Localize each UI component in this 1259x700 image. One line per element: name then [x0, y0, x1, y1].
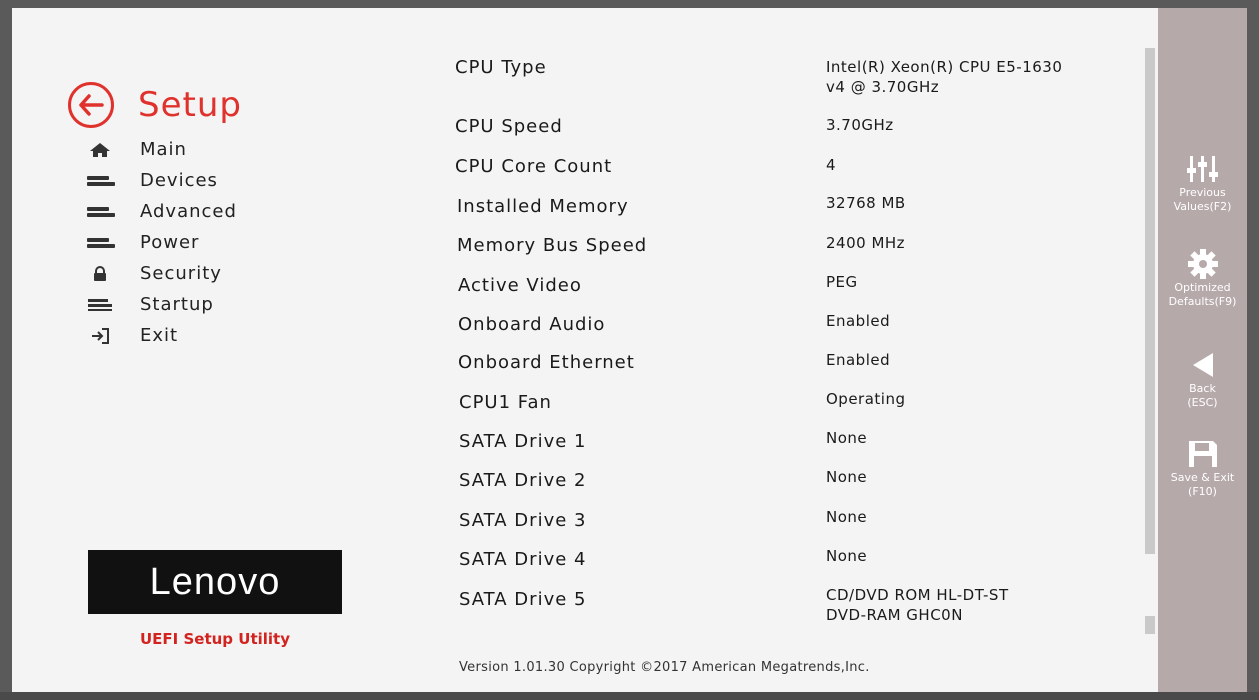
info-label: Active Video — [458, 275, 582, 296]
floppy-disk-icon — [1158, 437, 1247, 471]
info-value: None — [826, 547, 868, 565]
lenovo-logo: Lenovo — [88, 550, 342, 614]
sidebar-item-startup[interactable]: Startup — [84, 289, 237, 320]
info-label: Onboard Audio — [458, 314, 606, 335]
info-label: CPU Speed — [455, 116, 563, 137]
info-label: Memory Bus Speed — [457, 235, 648, 256]
info-label: SATA Drive 5 — [459, 589, 587, 610]
info-value: Intel(R) Xeon(R) CPU E5-1630 v4 @ 3.70GHz — [826, 58, 1063, 96]
scrollbar[interactable] — [1145, 48, 1155, 554]
info-value: Enabled — [826, 312, 891, 330]
sidebar-item-label: Devices — [140, 170, 218, 191]
info-value: Operating — [826, 390, 906, 408]
sidebar-item-devices[interactable]: Devices — [84, 165, 237, 196]
lock-icon — [84, 264, 116, 284]
info-label: SATA Drive 2 — [459, 470, 587, 491]
sidebar-item-advanced[interactable]: Advanced — [84, 196, 237, 227]
back-triangle-icon — [1158, 348, 1247, 382]
back-arrow-icon[interactable] — [68, 82, 114, 128]
monitor-bezel — [0, 692, 1259, 700]
sidebar-item-label: Exit — [140, 325, 179, 346]
info-value: Enabled — [826, 351, 891, 369]
info-label: Installed Memory — [457, 196, 629, 217]
info-label: SATA Drive 4 — [459, 549, 587, 570]
back-button[interactable]: Back (ESC) — [1158, 348, 1247, 410]
exit-icon — [84, 326, 116, 346]
save-exit-button[interactable]: Save & Exit (F10) — [1158, 437, 1247, 499]
bars-icon — [84, 171, 116, 191]
page-title: Setup — [138, 85, 242, 125]
info-value: None — [826, 508, 868, 526]
sidebar-item-exit[interactable]: Exit — [84, 320, 237, 351]
sidebar-item-label: Main — [140, 139, 187, 160]
sidebar-item-label: Startup — [140, 294, 214, 315]
info-label: SATA Drive 1 — [459, 431, 587, 452]
utility-subtitle: UEFI Setup Utility — [140, 630, 290, 648]
info-value: None — [826, 468, 868, 486]
bars-icon — [84, 202, 116, 222]
info-value: CD/DVD ROM HL-DT-ST DVD-RAM GHC0N — [826, 586, 1009, 624]
sidebar-nav: Main Devices Advanced Power Security Sta… — [84, 134, 237, 351]
version-footer: Version 1.01.30 Copyright ©2017 American… — [459, 660, 870, 675]
sidebar-item-label: Security — [140, 263, 222, 284]
sliders-icon — [1158, 152, 1247, 186]
previous-values-button[interactable]: Previous Values(F2) — [1158, 152, 1247, 214]
info-label: Onboard Ethernet — [458, 352, 635, 373]
info-label: CPU Type — [455, 57, 547, 78]
startup-icon — [84, 295, 116, 315]
setup-header[interactable]: Setup — [68, 82, 242, 128]
scrollbar-thumb[interactable] — [1145, 616, 1155, 634]
info-value: PEG — [826, 273, 858, 291]
info-label: SATA Drive 3 — [459, 510, 587, 531]
sidebar-item-label: Advanced — [140, 201, 237, 222]
info-value: 2400 MHz — [826, 234, 906, 252]
info-label: CPU1 Fan — [459, 392, 552, 413]
info-value: 3.70GHz — [826, 116, 894, 134]
info-value: 4 — [826, 156, 837, 174]
sidebar-item-label: Power — [140, 232, 200, 253]
info-value: None — [826, 429, 868, 447]
home-icon — [84, 140, 116, 160]
gear-icon — [1158, 247, 1247, 281]
sidebar-item-power[interactable]: Power — [84, 227, 237, 258]
sidebar-item-security[interactable]: Security — [84, 258, 237, 289]
bars-icon — [84, 233, 116, 253]
info-value: 32768 MB — [826, 194, 906, 212]
optimized-defaults-button[interactable]: Optimized Defaults(F9) — [1158, 247, 1247, 309]
sidebar-item-main[interactable]: Main — [84, 134, 237, 165]
info-label: CPU Core Count — [455, 156, 613, 177]
